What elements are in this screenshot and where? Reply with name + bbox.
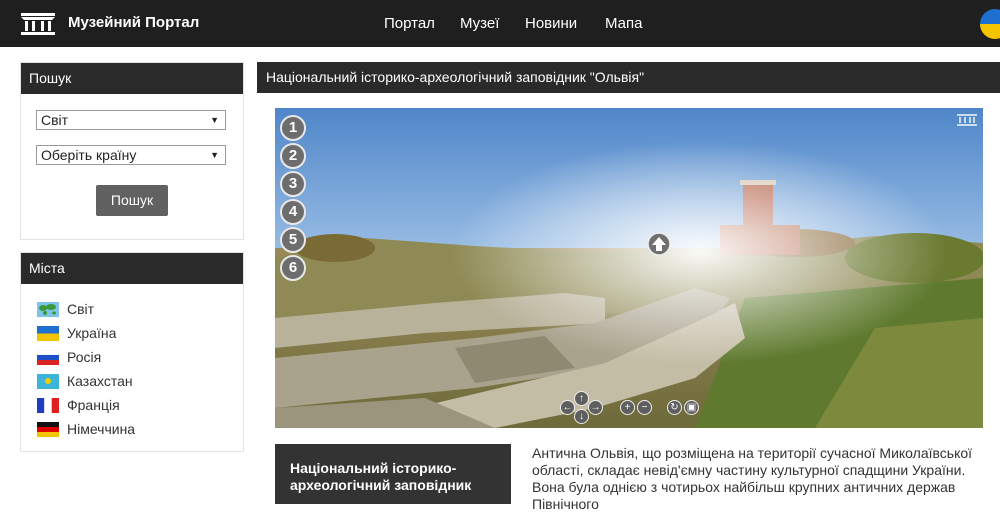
country-select-value: Оберіть країну — [41, 147, 137, 163]
city-label: Казахстан — [67, 373, 133, 389]
info-box-title: Національний історико-археологічний запо… — [275, 444, 511, 504]
city-label: Німеччина — [67, 421, 136, 437]
city-label: Світ — [67, 301, 95, 317]
nav-museums[interactable]: Музеї — [460, 15, 499, 32]
autorotate-icon[interactable]: ↻ — [667, 400, 682, 415]
pan-down-icon[interactable]: ↓ — [574, 409, 589, 424]
city-label: Франція — [67, 397, 120, 413]
description-text: Антична Ольвія, що розміщена на територі… — [532, 445, 973, 512]
hotspot-5[interactable]: 5 — [280, 227, 306, 253]
panorama-image[interactable] — [275, 108, 983, 428]
hotspot-2[interactable]: 2 — [280, 143, 306, 169]
zoom-out-icon[interactable]: − — [637, 400, 652, 415]
language-flag-icon[interactable] — [980, 9, 1000, 39]
country-select[interactable]: Оберіть країну ▼ — [36, 145, 226, 165]
russia-flag-icon — [37, 350, 59, 365]
ukraine-flag-icon — [37, 326, 59, 341]
hotspot-4[interactable]: 4 — [280, 199, 306, 225]
hotspot-6[interactable]: 6 — [280, 255, 306, 281]
city-label: Росія — [67, 349, 102, 365]
world-map-flag-icon — [37, 302, 59, 317]
dropdown-arrow-icon: ▼ — [210, 150, 219, 160]
france-flag-icon — [37, 398, 59, 413]
pan-right-icon[interactable]: → — [588, 400, 603, 415]
page-title: Національний історико-археологічний запо… — [257, 62, 1000, 93]
watermark-logo-icon — [957, 114, 977, 126]
dropdown-arrow-icon: ▼ — [210, 115, 219, 125]
nav-map[interactable]: Мапа — [605, 15, 642, 32]
city-label: Україна — [67, 325, 117, 341]
cities-panel-title: Міста — [21, 253, 243, 284]
search-panel: Пошук Світ ▼ Оберіть країну ▼ Пошук — [20, 62, 244, 240]
brand-title[interactable]: Музейний Портал — [68, 14, 199, 31]
hotspot-3[interactable]: 3 — [280, 171, 306, 197]
kazakhstan-flag-icon — [37, 374, 59, 389]
pan-left-icon[interactable]: ← — [560, 400, 575, 415]
panorama-viewer[interactable]: 1 2 3 4 5 6 ↑ ← → ↓ + − ↻ ▣ — [275, 108, 983, 428]
germany-flag-icon — [37, 422, 59, 437]
search-button[interactable]: Пошук — [96, 185, 168, 216]
hotspot-1[interactable]: 1 — [280, 115, 306, 141]
nav-news[interactable]: Новини — [525, 15, 577, 32]
zoom-in-icon[interactable]: + — [620, 400, 635, 415]
pan-up-icon[interactable]: ↑ — [574, 391, 589, 406]
world-select-value: Світ — [41, 112, 69, 128]
cities-panel: Міста Світ Україна Росія Казахстан Франц… — [20, 252, 244, 452]
search-panel-title: Пошук — [21, 63, 243, 94]
nav-portal[interactable]: Портал — [384, 15, 435, 32]
top-navbar: Музейний Портал Портал Музеї Новини Мапа — [0, 0, 1000, 47]
world-select[interactable]: Світ ▼ — [36, 110, 226, 130]
museum-logo-icon[interactable] — [20, 13, 56, 35]
fullscreen-icon[interactable]: ▣ — [684, 400, 699, 415]
